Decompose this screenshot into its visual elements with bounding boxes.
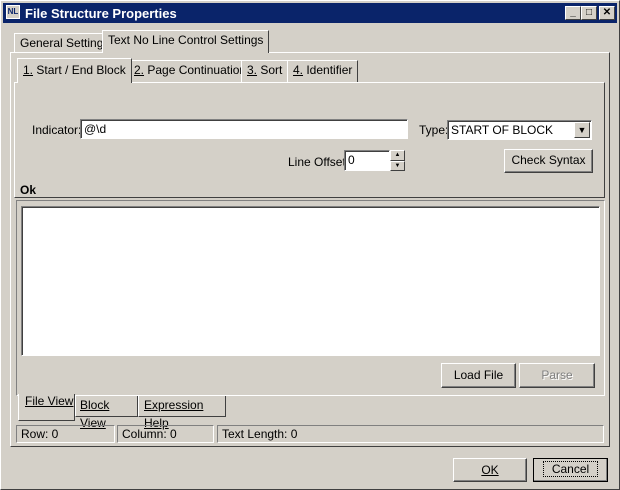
minimize-button[interactable]: _ xyxy=(565,6,581,20)
type-label: Type: xyxy=(419,123,449,137)
maximize-button[interactable]: □ xyxy=(581,6,597,20)
cancel-button[interactable]: Cancel xyxy=(533,458,608,482)
ok-button[interactable]: OK xyxy=(453,458,527,482)
type-select-value: START OF BLOCK xyxy=(451,123,554,137)
type-select[interactable]: START OF BLOCK ▼ xyxy=(447,120,592,140)
tab-start-end-block-label: Start / End Block xyxy=(33,63,126,77)
tab-general-settings[interactable]: General Settings xyxy=(14,33,116,52)
tab-identifier-label: Identifier xyxy=(303,63,353,77)
line-offset-input[interactable]: 0 xyxy=(344,150,390,171)
chevron-down-icon[interactable]: ▼ xyxy=(574,122,590,138)
cancel-button-label: Cancel xyxy=(542,461,599,477)
tab-identifier[interactable]: 4. Identifier xyxy=(287,60,359,82)
check-syntax-button[interactable]: Check Syntax xyxy=(504,149,593,173)
spin-up-icon[interactable]: ▲ xyxy=(390,150,405,161)
dialog-window: NL File Structure Properties _ □ ✕ Gener… xyxy=(0,0,620,490)
close-button[interactable]: ✕ xyxy=(599,6,615,20)
app-icon[interactable]: NL xyxy=(6,5,20,19)
syntax-status: Ok xyxy=(20,183,37,197)
tab-file-view[interactable]: File View xyxy=(18,394,75,421)
window-title: File Structure Properties xyxy=(25,6,177,21)
load-file-button[interactable]: Load File xyxy=(441,363,516,388)
indicator-input[interactable]: @\d xyxy=(80,119,408,139)
tab-text-no-line-control[interactable]: Text No Line Control Settings xyxy=(102,30,270,53)
tab-page-continuation[interactable]: 2. Page Continuation xyxy=(128,60,253,82)
status-row: Row: 0 xyxy=(16,425,115,443)
status-column: Column: 0 xyxy=(117,425,214,443)
tab-block-view[interactable]: Block View xyxy=(75,396,138,430)
tab-sort-num: 3. xyxy=(247,63,258,77)
indicator-label: Indicator: xyxy=(32,123,82,137)
status-text-length: Text Length: 0 xyxy=(217,425,604,443)
file-view-textarea[interactable] xyxy=(21,206,600,356)
tab-identifier-num: 4. xyxy=(293,63,304,77)
tab-start-end-block[interactable]: 1. Start / End Block xyxy=(17,58,132,83)
tab-sort-label: Sort xyxy=(257,63,283,77)
tab-sort[interactable]: 3. Sort xyxy=(241,60,289,82)
ok-button-label: OK xyxy=(481,463,499,477)
tab-file-view-label: File View xyxy=(25,394,74,408)
tab-start-end-block-num: 1. xyxy=(23,63,34,77)
inner-tab-page xyxy=(14,82,605,198)
spin-down-icon[interactable]: ▼ xyxy=(390,161,405,171)
title-bar[interactable]: NL File Structure Properties _ □ ✕ xyxy=(3,3,617,23)
line-offset-label: Line Offset: xyxy=(288,155,350,169)
tab-expression-help[interactable]: Expression Help xyxy=(138,396,226,430)
parse-button[interactable]: Parse xyxy=(519,363,595,388)
tab-page-continuation-label: Page Continuation xyxy=(144,63,247,77)
tab-page-continuation-num: 2. xyxy=(134,63,145,77)
